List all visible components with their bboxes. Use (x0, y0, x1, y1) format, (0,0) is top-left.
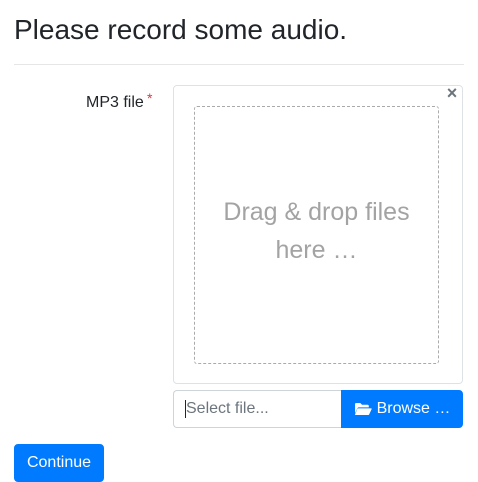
file-caption-input[interactable] (173, 390, 341, 428)
drop-zone-text: Drag & drop files here … (223, 198, 410, 264)
file-preview-panel: × Drag & drop files here … (173, 84, 463, 384)
page: Please record some audio. MP3 file * × D… (0, 0, 478, 482)
folder-open-icon (354, 403, 372, 415)
text-cursor (185, 400, 186, 418)
continue-button[interactable]: Continue (14, 444, 104, 482)
browse-label: Browse … (376, 400, 451, 417)
close-icon[interactable]: × (444, 84, 460, 102)
required-asterisk: * (147, 90, 153, 106)
page-title: Please record some audio. (14, 14, 348, 45)
divider (14, 64, 464, 65)
browse-button[interactable]: Browse … (341, 390, 463, 428)
mp3-file-label: MP3 file (86, 94, 144, 111)
drop-zone[interactable]: Drag & drop files here … (194, 106, 439, 364)
file-input-group: Browse … (173, 390, 463, 428)
